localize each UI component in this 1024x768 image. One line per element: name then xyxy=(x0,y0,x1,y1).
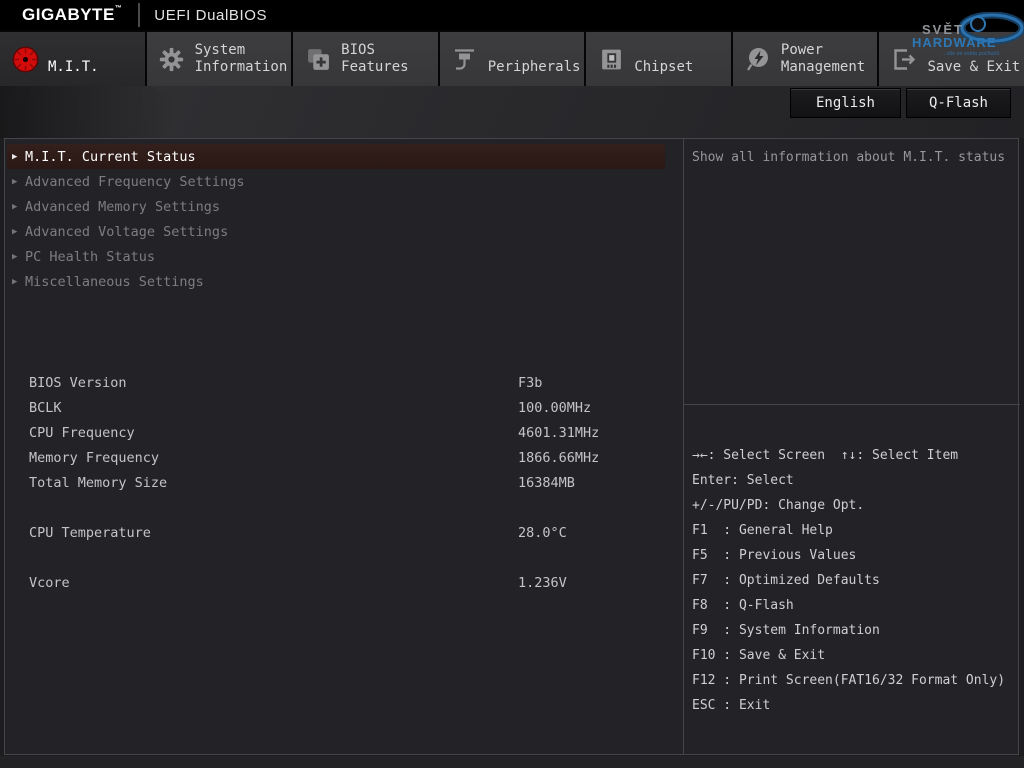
hotkey-line: F9 : System Information xyxy=(684,618,1020,643)
status-label: CPU Frequency xyxy=(29,421,135,446)
hotkey-help-panel: →←: Select Screen ↑↓: Select ItemEnter: … xyxy=(684,406,1020,754)
tab-peripherals[interactable]: Peripherals xyxy=(440,32,585,86)
bios-screen: GIGABYTE™ UEFI DualBIOS M.I.T. SystemInf xyxy=(0,0,1024,768)
status-label: Total Memory Size xyxy=(29,471,167,496)
hotkey-line: F12 : Print Screen(FAT16/32 Format Only) xyxy=(684,668,1020,693)
menu-item[interactable]: ▶Miscellaneous Settings xyxy=(7,269,665,294)
tab-power-management[interactable]: PowerManagement xyxy=(733,32,878,86)
status-value: 100.00MHz xyxy=(518,396,591,421)
hotkey-line: F8 : Q-Flash xyxy=(684,593,1020,618)
submenu-arrow-icon: ▶ xyxy=(7,252,25,262)
trademark-symbol: ™ xyxy=(115,5,123,12)
menu-item[interactable]: ▶Advanced Memory Settings xyxy=(7,194,665,219)
submenu-arrow-icon: ▶ xyxy=(7,152,25,162)
menu-item-label: Advanced Voltage Settings xyxy=(25,224,228,240)
hotkey-line: F5 : Previous Values xyxy=(684,543,1020,568)
gear-icon xyxy=(158,45,186,73)
submenu-arrow-icon: ▶ xyxy=(7,227,25,237)
status-label: BIOS Version xyxy=(29,371,127,396)
tab-label-power-management: PowerManagement xyxy=(781,41,865,77)
item-help-panel: Show all information about M.I.T. status xyxy=(684,139,1020,405)
status-row: Memory Frequency 1866.66MHz xyxy=(5,446,683,471)
gigabyte-logo: GIGABYTE™ xyxy=(22,5,122,25)
qflash-button[interactable]: Q-Flash xyxy=(906,88,1011,118)
submenu-arrow-icon: ▶ xyxy=(7,177,25,187)
status-row: Vcore 1.236V xyxy=(5,571,683,596)
tab-label-mit: M.I.T. xyxy=(48,41,99,77)
status-label: Vcore xyxy=(29,571,70,596)
tab-label-bios-features: BIOSFeatures xyxy=(341,41,408,77)
status-row: CPU Frequency 4601.31MHz xyxy=(5,421,683,446)
menu-item-label: Advanced Memory Settings xyxy=(25,199,220,215)
tab-label-chipset: Chipset xyxy=(634,41,693,77)
hotkey-line: F10 : Save & Exit xyxy=(684,643,1020,668)
status-row: Total Memory Size 16384MB xyxy=(5,471,683,496)
exit-door-icon xyxy=(890,45,918,73)
menu-item-label: Advanced Frequency Settings xyxy=(25,174,244,190)
menu-item[interactable]: ▶Advanced Voltage Settings xyxy=(7,219,665,244)
hotkey-line: →←: Select Screen ↑↓: Select Item xyxy=(684,443,1020,468)
status-value: 4601.31MHz xyxy=(518,421,599,446)
language-button[interactable]: English xyxy=(790,88,901,118)
title-divider xyxy=(138,3,140,27)
status-label: Memory Frequency xyxy=(29,446,159,471)
status-value: F3b xyxy=(518,371,542,396)
status-label: BCLK xyxy=(29,396,62,421)
tab-save-exit[interactable]: Save & Exit xyxy=(879,32,1024,86)
tab-bios-features[interactable]: BIOSFeatures xyxy=(293,32,438,86)
status-row: BIOS Version F3b xyxy=(5,371,683,396)
menu-item-label: Miscellaneous Settings xyxy=(25,274,204,290)
chipset-icon xyxy=(597,45,625,73)
hotkey-line: F7 : Optimized Defaults xyxy=(684,568,1020,593)
hotkey-list: →←: Select Screen ↑↓: Select ItemEnter: … xyxy=(684,406,1020,718)
power-bolt-icon xyxy=(744,45,772,73)
status-value: 16384MB xyxy=(518,471,575,496)
tab-label-save-exit: Save & Exit xyxy=(927,41,1020,77)
tab-system-information[interactable]: SystemInformation xyxy=(147,32,292,86)
plug-icon xyxy=(451,45,479,73)
tab-bar: M.I.T. SystemInformation BIOSFeatures Pe… xyxy=(0,32,1024,86)
status-value: 1.236V xyxy=(518,571,567,596)
tab-label-peripherals: Peripherals xyxy=(488,41,581,77)
menu-item[interactable]: ▶PC Health Status xyxy=(7,244,665,269)
firmware-title: UEFI DualBIOS xyxy=(154,7,267,24)
title-bar: GIGABYTE™ UEFI DualBIOS xyxy=(0,0,1024,30)
status-row: CPU Temperature 28.0°C xyxy=(5,521,683,546)
menu-item-label: PC Health Status xyxy=(25,249,155,265)
tab-chipset[interactable]: Chipset xyxy=(586,32,731,86)
content-area: ▶M.I.T. Current Status▶Advanced Frequenc… xyxy=(4,138,1019,755)
item-help-text: Show all information about M.I.T. status xyxy=(684,139,1020,165)
submenu-arrow-icon: ▶ xyxy=(7,202,25,212)
hotkey-line: F1 : General Help xyxy=(684,518,1020,543)
tab-label-system-information: SystemInformation xyxy=(195,41,288,77)
bios-chip-icon xyxy=(304,45,332,73)
bottom-strip xyxy=(0,756,1024,768)
status-value: 1866.66MHz xyxy=(518,446,599,471)
settings-panel: ▶M.I.T. Current Status▶Advanced Frequenc… xyxy=(5,139,684,754)
menu-list: ▶M.I.T. Current Status▶Advanced Frequenc… xyxy=(7,144,665,294)
status-label: CPU Temperature xyxy=(29,521,151,546)
hotkey-line: ESC : Exit xyxy=(684,693,1020,718)
menu-item[interactable]: ▶M.I.T. Current Status xyxy=(7,144,665,169)
hotkey-line: Enter: Select xyxy=(684,468,1020,493)
gauge-icon xyxy=(11,45,39,73)
submenu-arrow-icon: ▶ xyxy=(7,277,25,287)
status-row: BCLK 100.00MHz xyxy=(5,396,683,421)
menu-item[interactable]: ▶Advanced Frequency Settings xyxy=(7,169,665,194)
hotkey-line: +/-/PU/PD: Change Opt. xyxy=(684,493,1020,518)
menu-item-label: M.I.T. Current Status xyxy=(25,149,196,165)
status-value: 28.0°C xyxy=(518,521,567,546)
tab-mit[interactable]: M.I.T. xyxy=(0,32,145,86)
